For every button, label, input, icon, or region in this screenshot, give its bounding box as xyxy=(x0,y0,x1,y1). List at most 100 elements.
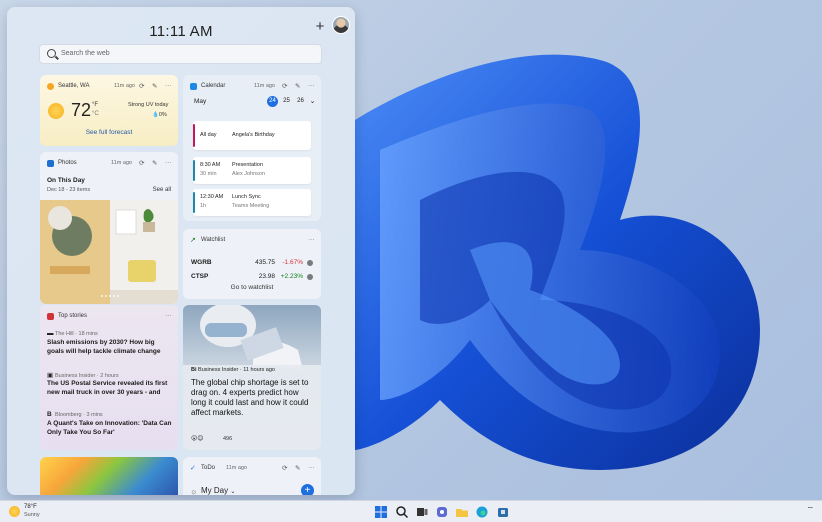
news-feature-card[interactable]: Bi Business Insider · 11 hours ago The g… xyxy=(183,305,321,450)
avatar[interactable] xyxy=(332,16,350,34)
weather-temp: 72 xyxy=(71,100,92,120)
todo-age: 11m ago xyxy=(226,465,247,471)
task-view-icon[interactable] xyxy=(415,505,429,519)
weather-age: 11m ago xyxy=(114,83,135,89)
refresh-icon[interactable]: ⟳ xyxy=(139,159,144,167)
feature-source-text: Business Insider · 11 hours ago xyxy=(198,367,275,373)
more-icon[interactable]: ··· xyxy=(308,236,315,243)
search-icon xyxy=(47,49,56,58)
day-24[interactable]: 24 xyxy=(267,96,278,107)
reaction-icons[interactable]: 😮😊 xyxy=(191,435,204,442)
add-task-button[interactable]: + xyxy=(301,484,314,495)
refresh-icon[interactable]: ⟳ xyxy=(282,82,287,90)
calendar-month: May xyxy=(194,98,207,105)
source-logo-icon: B xyxy=(47,411,52,418)
photos-age: 11m ago xyxy=(111,160,132,166)
story-item[interactable]: ▣ Business Insider · 2 hours The US Posta… xyxy=(47,371,173,397)
event-color-bar xyxy=(193,160,195,181)
calendar-event[interactable]: 12:30 AM 1h Lunch Sync Teams Meeting xyxy=(193,189,311,216)
more-icon[interactable]: ··· xyxy=(165,312,172,319)
source-logo-icon: ▣ xyxy=(47,372,54,379)
pin-icon[interactable]: ✎ xyxy=(295,82,300,90)
refresh-icon[interactable]: ⟳ xyxy=(139,82,144,90)
search-box[interactable]: Search the web xyxy=(39,44,322,64)
source-logo-icon: Bi xyxy=(191,367,199,373)
photos-card[interactable]: Photos 11m ago ⟳ ✎ ··· On This Day Dec 1… xyxy=(40,152,178,304)
sun-icon xyxy=(48,103,64,119)
stories-title: Top stories xyxy=(58,313,88,319)
store-icon[interactable] xyxy=(496,505,510,519)
source-logo-icon: ▬ xyxy=(47,330,54,337)
event-duration: 1h xyxy=(200,203,207,209)
stock-row[interactable]: CTSP 23.98 +2.23% xyxy=(183,273,321,283)
see-all-link[interactable]: See all xyxy=(153,187,171,193)
weather-unit-c[interactable]: °C xyxy=(92,111,99,117)
event-name: Angela's Birthday xyxy=(232,132,275,138)
sun-icon xyxy=(9,506,20,517)
precip-value: 0% xyxy=(158,112,167,118)
file-explorer-icon[interactable] xyxy=(455,505,469,519)
calendar-event[interactable]: All day Angela's Birthday xyxy=(193,121,311,150)
weather-card[interactable]: Seattle, WA 11m ago ⟳ ✎ ··· 72 °F °C Str… xyxy=(40,75,178,146)
top-stories-card: Top stories ··· ▬ The Hill · 18 mins Slas… xyxy=(40,305,178,450)
story-source: The Hill · 18 mins xyxy=(55,331,98,337)
calendar-icon xyxy=(190,83,197,90)
more-icon[interactable]: ··· xyxy=(165,159,172,166)
stock-change: -1.67% xyxy=(282,259,303,266)
todo-card: ✓ ToDo 11m ago ⟳ ✎ ··· ☼ My Day ⌄ + xyxy=(183,457,321,495)
more-icon[interactable]: ··· xyxy=(308,82,315,89)
chevron-down-icon[interactable]: ⌄ xyxy=(307,96,318,107)
search-input[interactable]: Search the web xyxy=(61,50,110,57)
photos-range: Dec 18 - 23 items xyxy=(47,187,91,193)
pin-icon[interactable]: ✎ xyxy=(152,82,157,90)
stock-symbol: CTSP xyxy=(191,273,209,280)
refresh-icon[interactable]: ⟳ xyxy=(282,464,287,472)
feature-headline: The global chip shortage is set to drag … xyxy=(191,378,309,417)
calendar-event[interactable]: 8:30 AM 30 min Presentation Alex Johnson xyxy=(193,157,311,184)
stock-row[interactable]: WGRB 435.75 -1.67% xyxy=(183,259,321,269)
todo-title: ToDo xyxy=(201,465,216,471)
event-name: Presentation xyxy=(232,162,263,168)
weather-unit-f[interactable]: °F xyxy=(92,102,98,108)
event-time: All day xyxy=(200,132,217,138)
story-item[interactable]: B Bloomberg · 3 mins A Quant's Take on In… xyxy=(47,411,173,437)
weather-icon xyxy=(47,83,54,90)
stock-symbol: WGRB xyxy=(191,259,212,266)
wifi-icon[interactable]: ⌔ xyxy=(806,505,814,515)
story-item[interactable]: ▬ The Hill · 18 mins Slash emissions by 2… xyxy=(47,330,173,356)
stock-change: +2.23% xyxy=(280,273,303,280)
search-icon[interactable] xyxy=(395,505,409,519)
start-icon[interactable] xyxy=(374,505,388,519)
widgets-icon[interactable] xyxy=(435,505,449,519)
taskbar-condition: Sunny xyxy=(24,512,40,518)
day-25[interactable]: 25 xyxy=(281,96,292,107)
todo-icon: ✓ xyxy=(190,465,196,472)
todo-list-name: My Day xyxy=(201,486,229,495)
todo-list-selector[interactable]: My Day ⌄ xyxy=(201,486,235,495)
event-color-bar xyxy=(193,192,195,213)
watchlist-card: ↗ Watchlist ··· WGRB 435.75 -1.67% CTSP … xyxy=(183,229,321,299)
event-color-bar xyxy=(193,124,195,147)
image-card[interactable] xyxy=(40,457,178,495)
pin-icon[interactable]: ✎ xyxy=(152,159,157,167)
go-to-watchlist-link[interactable]: Go to watchlist xyxy=(183,284,321,291)
more-icon[interactable]: ··· xyxy=(165,82,172,89)
calendar-age: 11m ago xyxy=(254,83,275,89)
feature-source: Bi Business Insider · 11 hours ago xyxy=(191,367,275,373)
event-time: 8:30 AM xyxy=(200,162,221,168)
pin-icon[interactable]: ✎ xyxy=(295,464,300,472)
event-detail: Teams Meeting xyxy=(232,203,270,209)
story-source: Business Insider · 2 hours xyxy=(55,373,119,379)
more-icon[interactable]: ··· xyxy=(308,464,315,471)
edge-icon[interactable] xyxy=(475,505,489,519)
photos-title: Photos xyxy=(58,160,77,166)
stock-menu-icon[interactable] xyxy=(307,274,313,280)
add-widget-button[interactable]: + xyxy=(313,19,327,34)
see-full-forecast-link[interactable]: See full forecast xyxy=(40,129,178,136)
stock-menu-icon[interactable] xyxy=(307,260,313,266)
event-time: 12:30 AM xyxy=(200,194,224,200)
chevron-down-icon: ⌄ xyxy=(230,489,236,495)
memory-photo[interactable] xyxy=(40,200,178,304)
day-26[interactable]: 26 xyxy=(295,96,306,107)
photos-heading: On This Day xyxy=(47,177,85,184)
